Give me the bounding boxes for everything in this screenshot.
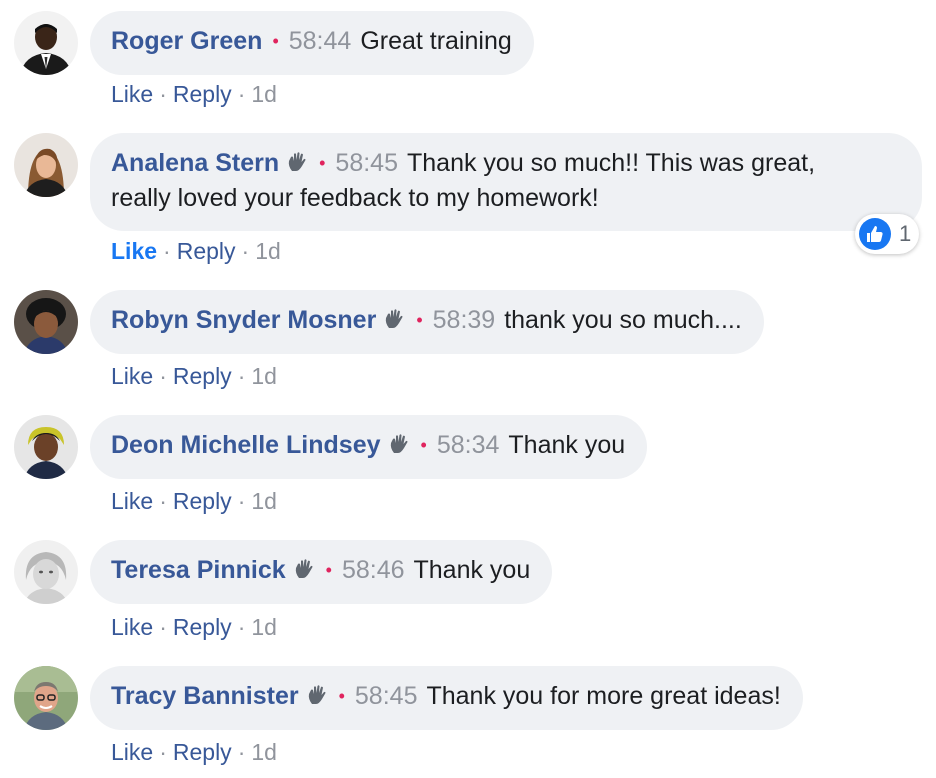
separator-dot: •: [272, 31, 279, 51]
comment-text: Great training: [360, 27, 512, 55]
comment-actions: Like · Reply · 1d: [111, 236, 281, 266]
reaction-count: 1: [899, 221, 912, 246]
comment-bubble: Roger Green • 58:44 Great training: [90, 11, 534, 75]
comment-text-line-1: Thank you so much!! This was great,: [406, 149, 816, 177]
action-separator: ·: [237, 739, 246, 765]
action-separator: ·: [237, 488, 246, 514]
avatar[interactable]: [14, 290, 78, 354]
avatar[interactable]: [14, 133, 78, 197]
comment-text-line-2: really loved your feedback to my homewor…: [111, 184, 599, 212]
comment-author[interactable]: Roger Green: [111, 27, 262, 55]
action-separator: ·: [159, 614, 167, 640]
comment-actions: Like · Reply · 1d: [111, 79, 277, 109]
comment-timestamp[interactable]: 58:34: [437, 431, 500, 459]
comment-age[interactable]: 1d: [255, 238, 281, 264]
comment-age[interactable]: 1d: [251, 488, 277, 514]
comment-age[interactable]: 1d: [251, 614, 277, 640]
reaction-summary[interactable]: 1: [855, 214, 919, 254]
reply-link[interactable]: Reply: [173, 363, 232, 389]
comment-text: thank you so much....: [504, 306, 742, 334]
comment-age[interactable]: 1d: [251, 739, 277, 765]
comment-bubble: Deon Michelle Lindsey • 58:34 Thank you: [90, 415, 648, 479]
action-separator: ·: [237, 81, 246, 107]
separator-dot: •: [319, 153, 326, 173]
comment-actions: Like · Reply · 1d: [111, 612, 277, 642]
like-link[interactable]: Like: [111, 81, 153, 107]
comment-author[interactable]: Deon Michelle Lindsey: [111, 431, 381, 459]
action-separator: ·: [159, 488, 167, 514]
action-separator: ·: [237, 363, 246, 389]
comment-age[interactable]: 1d: [251, 363, 277, 389]
separator-dot: •: [416, 310, 423, 330]
comment-bubble: Teresa Pinnick • 58:46 Thank you: [90, 540, 553, 604]
comment-author[interactable]: Analena Stern: [111, 149, 279, 177]
comment-timestamp[interactable]: 58:44: [289, 27, 352, 55]
reply-link[interactable]: Reply: [173, 614, 232, 640]
comment-actions: Like · Reply · 1d: [111, 361, 277, 391]
like-link[interactable]: Like: [111, 739, 153, 765]
wave-icon: [295, 559, 313, 578]
comment-timestamp[interactable]: 58:45: [355, 682, 418, 710]
comment-actions: Like · Reply · 1d: [111, 737, 277, 767]
comment-text: Thank you: [508, 431, 626, 459]
comment-author[interactable]: Tracy Bannister: [111, 682, 299, 710]
like-link[interactable]: Like: [111, 614, 153, 640]
wave-icon: [288, 152, 306, 171]
comment-timestamp[interactable]: 58:39: [433, 306, 496, 334]
comment-bubble: Analena Stern • 58:45 Thank you so much!! T…: [90, 133, 922, 231]
separator-dot: •: [420, 435, 427, 455]
comment-text: Thank you: [413, 556, 531, 584]
action-separator: ·: [159, 739, 167, 765]
action-separator: ·: [159, 81, 167, 107]
action-separator: ·: [237, 614, 246, 640]
wave-icon: [390, 434, 408, 453]
action-separator: ·: [159, 363, 167, 389]
action-separator: ·: [241, 238, 250, 264]
separator-dot: •: [338, 686, 345, 706]
action-separator: ·: [163, 238, 171, 264]
like-link[interactable]: Like: [111, 238, 157, 264]
thumbs-up-icon: [859, 218, 891, 250]
comment-author[interactable]: Robyn Snyder Mosner: [111, 306, 376, 334]
avatar[interactable]: [14, 540, 78, 604]
comment-timestamp[interactable]: 58:45: [335, 149, 398, 177]
reply-link[interactable]: Reply: [177, 238, 236, 264]
avatar[interactable]: [14, 666, 78, 730]
comment-author[interactable]: Teresa Pinnick: [111, 556, 286, 584]
avatar[interactable]: [14, 415, 78, 479]
comment-bubble: Tracy Bannister • 58:45 Thank you for more …: [90, 666, 803, 730]
comment-age[interactable]: 1d: [251, 81, 277, 107]
like-link[interactable]: Like: [111, 363, 153, 389]
comment-bubble: Robyn Snyder Mosner • 58:39 thank you so mu…: [90, 290, 764, 354]
reply-link[interactable]: Reply: [173, 488, 232, 514]
avatar[interactable]: [14, 11, 78, 75]
comment-timestamp[interactable]: 58:46: [342, 556, 405, 584]
separator-dot: •: [325, 560, 332, 580]
wave-icon: [386, 309, 403, 328]
reply-link[interactable]: Reply: [173, 81, 232, 107]
reply-link[interactable]: Reply: [173, 739, 232, 765]
like-link[interactable]: Like: [111, 488, 153, 514]
comment-actions: Like · Reply · 1d: [111, 486, 277, 516]
comment-text: Thank you for more great ideas!: [426, 682, 781, 710]
wave-icon: [308, 685, 326, 704]
